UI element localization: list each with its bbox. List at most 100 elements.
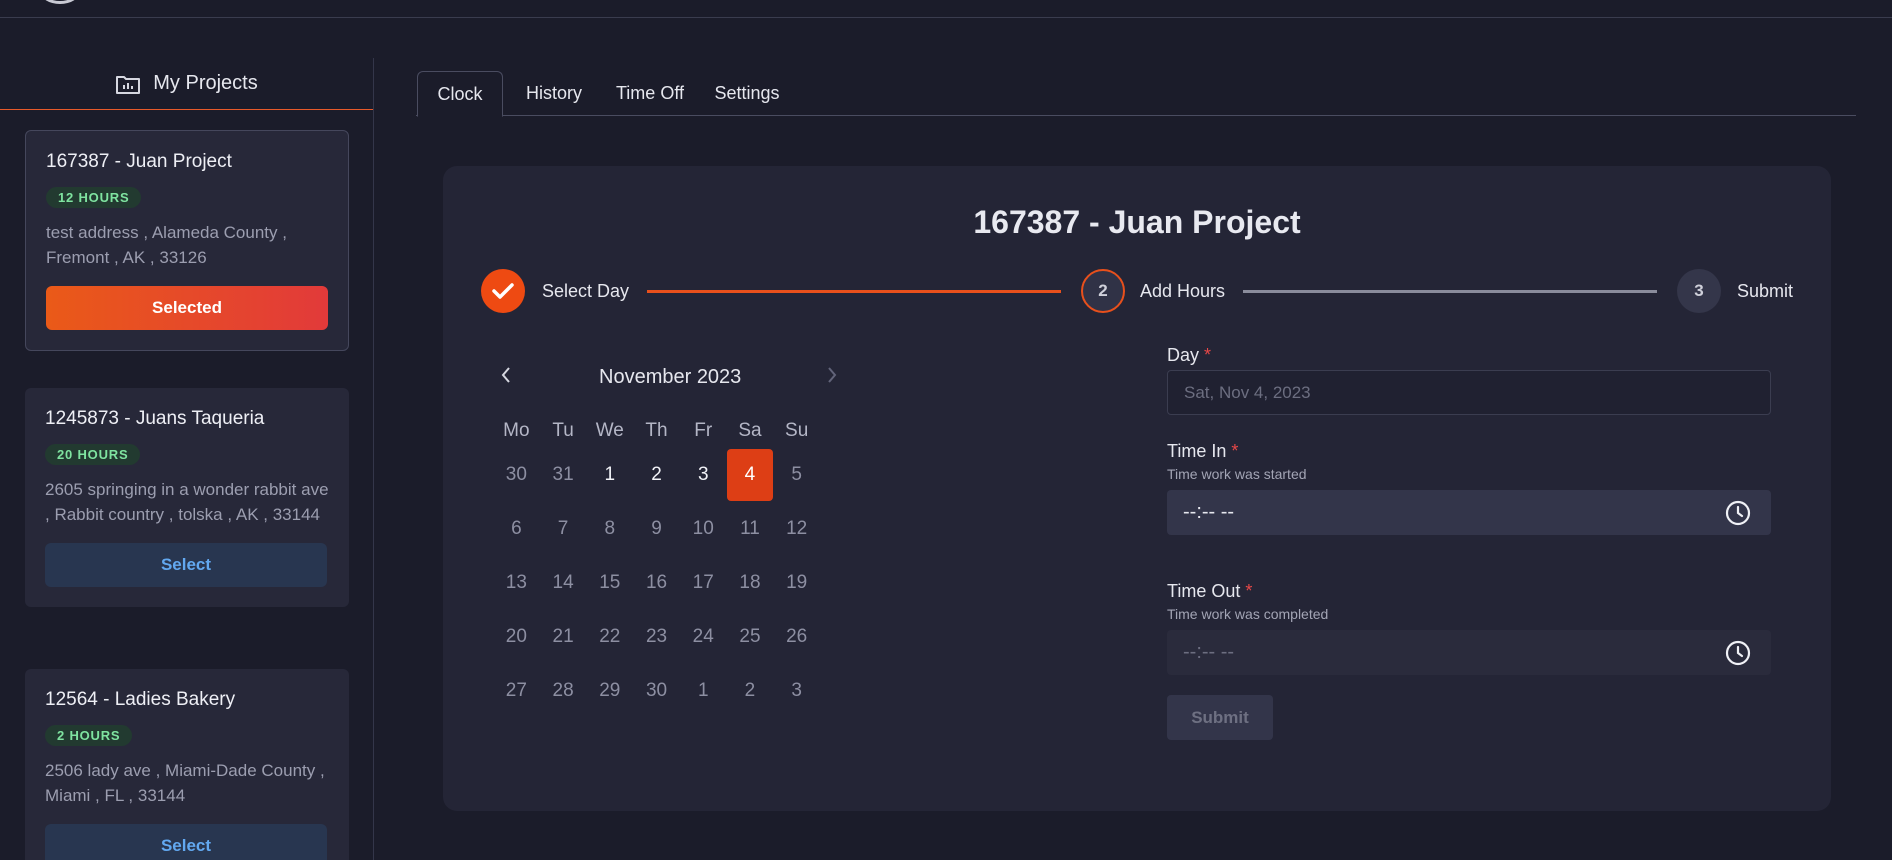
project-address: test address , Alameda County , Fremont … [46, 223, 287, 267]
calendar-day[interactable]: 2 [633, 449, 680, 501]
step-connector-1 [647, 290, 1061, 293]
calendar-day[interactable]: 3 [773, 665, 820, 717]
calendar-day[interactable]: 25 [727, 611, 774, 663]
weekday-label: Sa [738, 420, 762, 441]
calendar-day[interactable]: 20 [493, 611, 540, 663]
day-input[interactable]: Sat, Nov 4, 2023 [1167, 370, 1771, 415]
tab-bar: Clock History Time Off Settings [416, 71, 1856, 117]
step-number: 3 [1694, 281, 1704, 300]
tab-settings[interactable]: Settings [700, 71, 794, 116]
project-address: 2506 lady ave , Miami-Dade County , Miam… [45, 761, 325, 805]
select-button[interactable]: Select [45, 824, 327, 860]
step-label-submit: Submit [1737, 281, 1794, 301]
time-in-input[interactable]: --:-- -- [1167, 490, 1771, 535]
app-logo[interactable] [40, 0, 80, 4]
calendar-week-row: 20 21 22 23 24 25 26 [493, 610, 820, 664]
tab-history[interactable]: History [508, 71, 600, 116]
calendar-day[interactable]: 5 [773, 449, 820, 501]
project-name: 167387 - Juan Project [46, 151, 232, 172]
calendar-day[interactable]: 21 [540, 611, 587, 663]
weekday-label: Fr [694, 420, 713, 441]
tab-clock[interactable]: Clock [417, 71, 503, 117]
chevron-right-icon [828, 367, 837, 383]
calendar-day[interactable]: 8 [586, 503, 633, 555]
required-mark: * [1245, 581, 1253, 601]
weekday-label: Tu [552, 420, 574, 441]
weekday-label: We [595, 420, 624, 441]
calendar-day[interactable]: 9 [633, 503, 680, 555]
top-bar [0, 0, 1892, 18]
calendar-day[interactable]: 14 [540, 557, 587, 609]
calendar-day[interactable]: 29 [586, 665, 633, 717]
calendar-day[interactable]: 31 [540, 449, 587, 501]
time-out-label-text: Time Out [1167, 581, 1241, 601]
time-out-value: --:-- -- [1183, 641, 1235, 663]
calendar-day[interactable]: 30 [633, 665, 680, 717]
day-placeholder: Sat, Nov 4, 2023 [1184, 382, 1311, 402]
calendar-day[interactable]: 22 [586, 611, 633, 663]
calendar-day[interactable]: 7 [540, 503, 587, 555]
submit-button[interactable]: Submit [1167, 695, 1273, 740]
step-number: 2 [1098, 281, 1108, 300]
clock-icon[interactable] [1725, 500, 1751, 526]
hours-badge: 20 HOURS [45, 444, 141, 465]
time-out-label: Time Out * [1167, 581, 1252, 602]
projects-sidebar: My Projects 167387 - Juan Project 12 HOU… [0, 58, 374, 860]
calendar-day[interactable]: 3 [680, 449, 727, 501]
calendar-day[interactable]: 28 [540, 665, 587, 717]
calendar-day[interactable]: 6 [493, 503, 540, 555]
calendar-day[interactable]: 16 [633, 557, 680, 609]
calendar-day[interactable]: 15 [586, 557, 633, 609]
calendar-week-row: 30 31 1 2 3 4 5 [493, 448, 820, 502]
calendar-day[interactable]: 1 [680, 665, 727, 717]
weekday-label: Mo [503, 420, 530, 441]
project-address: 2605 springing in a wonder rabbit ave , … [45, 480, 329, 524]
calendar-day[interactable]: 26 [773, 611, 820, 663]
time-in-label-text: Time In [1167, 441, 1227, 461]
time-in-help: Time work was started [1167, 466, 1307, 482]
select-button[interactable]: Select [45, 543, 327, 587]
calendar-day-selected[interactable]: 4 [726, 449, 774, 501]
weekday-label: Su [785, 420, 809, 441]
chevron-left-icon [501, 367, 510, 383]
project-name: 1245873 - Juans Taqueria [45, 408, 265, 429]
clock-icon[interactable] [1725, 640, 1751, 666]
folder-chart-icon [116, 75, 141, 94]
calendar-day[interactable]: 10 [680, 503, 727, 555]
step-label-select-day: Select Day [542, 281, 630, 301]
sidebar-header: My Projects [0, 58, 373, 110]
project-card[interactable]: 12564 - Ladies Bakery 2 HOURS 2506 lady … [25, 669, 349, 860]
calendar-week-row: 6 7 8 9 10 11 12 [493, 502, 820, 556]
calendar-day[interactable]: 23 [633, 611, 680, 663]
project-card[interactable]: 167387 - Juan Project 12 HOURS test addr… [25, 130, 349, 351]
selected-button[interactable]: Selected [46, 286, 328, 330]
day-label: Day * [1167, 345, 1211, 366]
calendar-weeks: 30 31 1 2 3 4 5 6 7 8 9 10 11 12 13 14 15 16 17 18 19 20 21 22 2… [493, 448, 820, 718]
calendar-prev-button[interactable] [499, 364, 513, 392]
calendar-day[interactable]: 18 [727, 557, 774, 609]
calendar-day[interactable]: 24 [680, 611, 727, 663]
calendar-day[interactable]: 12 [773, 503, 820, 555]
weekday-label: Th [645, 420, 668, 441]
calendar-day[interactable]: 17 [680, 557, 727, 609]
calendar-month: November 2023 [599, 366, 742, 388]
calendar-day[interactable]: 1 [586, 449, 633, 501]
time-out-input[interactable]: --:-- -- [1167, 630, 1771, 675]
required-mark: * [1231, 441, 1239, 461]
page-title: 167387 - Juan Project [973, 204, 1301, 240]
project-card[interactable]: 1245873 - Juans Taqueria 20 HOURS 2605 s… [25, 388, 349, 607]
step-2-active: 2 [1081, 269, 1125, 313]
tab-time-off[interactable]: Time Off [600, 71, 700, 116]
step-connector-2 [1243, 290, 1657, 293]
calendar-next-button[interactable] [825, 364, 839, 392]
calendar-day[interactable]: 30 [493, 449, 540, 501]
calendar-day[interactable]: 2 [727, 665, 774, 717]
check-icon [492, 283, 514, 299]
calendar-day[interactable]: 19 [773, 557, 820, 609]
calendar-day[interactable]: 27 [493, 665, 540, 717]
calendar-day[interactable]: 11 [727, 503, 774, 555]
calendar-day[interactable]: 13 [493, 557, 540, 609]
required-mark: * [1204, 345, 1212, 365]
time-in-value: --:-- -- [1183, 501, 1235, 523]
day-label-text: Day [1167, 345, 1200, 365]
